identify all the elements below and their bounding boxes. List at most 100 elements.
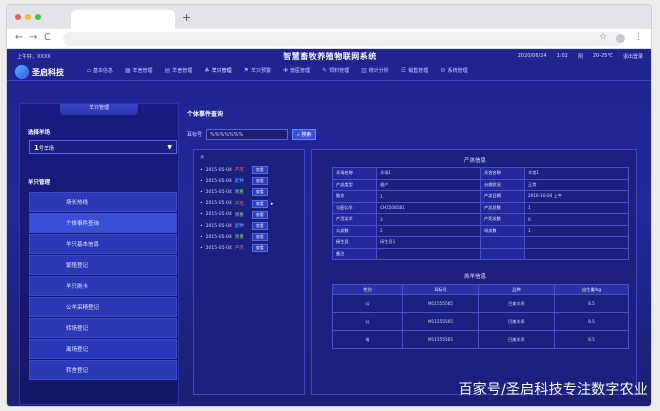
event-tag: 配种 (234, 179, 244, 185)
table-cell: 母 (332, 330, 403, 349)
nav-item-label: 销售管理 (408, 68, 429, 74)
sidebar: 羊只管理 选择羊场 1号羊场 ▼ 羊只管理 场长热线 个体事件查询 羊只基本信息 繁殖… (19, 103, 179, 405)
field-label: 胎次 (332, 190, 377, 203)
view-button[interactable]: 查看 (251, 166, 268, 174)
table-cell: 巴美羊系 (478, 312, 555, 331)
sidebar-menu-item[interactable]: 繁殖登记 (29, 255, 177, 275)
browser-tab[interactable] (71, 10, 175, 29)
url-input[interactable] (63, 32, 623, 46)
table-row: 母 M11555565 巴美羊系 8.5 (332, 330, 629, 349)
nav-item[interactable]: ▦ 羊舍管理 (125, 67, 153, 74)
sidebar-menu-item[interactable]: 公羊采精登记 (29, 297, 177, 317)
nav-item[interactable]: ⚙ 系统管理 (440, 67, 467, 74)
event-date: 2015-05-04 (205, 167, 232, 173)
logo-text: 圣启科技 (32, 67, 64, 77)
field-value: CH1508181 (376, 201, 481, 214)
sidebar-menu-item[interactable]: 个体事件查询 (29, 213, 177, 233)
table-row: 备注 (332, 247, 629, 260)
field-label (480, 236, 525, 249)
view-button[interactable]: 查看 (251, 233, 268, 242)
bullet-icon: • (200, 234, 203, 240)
bookmark-star-icon[interactable]: ☆ (599, 32, 607, 42)
view-button[interactable]: 查看 (251, 199, 268, 208)
nav-item[interactable]: ✚ 兽医管理 (283, 67, 310, 74)
farm-select-label: 选择羊场 (28, 130, 51, 136)
field-label: 公羔数 (332, 224, 377, 237)
browser-menu-icon[interactable]: ⋮ (634, 32, 643, 42)
nav-icon: ☰ (400, 67, 407, 74)
event-row[interactable]: • 2015-05-04 配种 查看 (200, 177, 268, 186)
event-tag: 称重 (234, 190, 244, 196)
event-list: ▣ • 2015-05-04 产羔 查看 • 2015-05-04 配种 查看 • 2015-05-… (193, 149, 305, 395)
nav-item[interactable]: ✎ 饲料管理 (322, 67, 349, 74)
minimize-window-dot[interactable] (25, 14, 31, 20)
event-tag: 配种 (234, 224, 244, 229)
temperature-text: 20-25℃ (592, 53, 613, 59)
search-bar: 耳标号 ⌕ 搜索 (187, 129, 317, 140)
field-value: 正常 (524, 178, 629, 191)
view-button[interactable]: 查看 (251, 177, 268, 186)
event-row[interactable]: • 2015-05-04 配种 查看 (200, 222, 268, 230)
event-date: 2015-05-04 (205, 245, 232, 251)
view-button[interactable]: 查看 (251, 210, 268, 219)
lamb-info-table: 性别 耳标号 品种 出生重/kg 公 M11555565 巴美羊系 8.5 公 M1155556… (332, 284, 629, 349)
reload-icon[interactable]: C (44, 32, 51, 43)
forward-icon[interactable]: → (29, 32, 37, 43)
sidebar-menu-item[interactable]: 转场登记 (29, 318, 177, 338)
nav-item-label: 兽医管理 (290, 68, 311, 74)
view-button[interactable]: 查看 (251, 244, 268, 253)
nav-item[interactable]: ▤ 羊舍管理 (165, 67, 193, 74)
event-row[interactable]: • 2015-05-04 称重 查看 (200, 233, 268, 242)
list-header-icon: ▣ (200, 154, 205, 160)
nav-icon: ▤ (164, 67, 171, 74)
view-button[interactable]: 查看 (251, 222, 268, 230)
main-content: 个体事件查询 耳标号 ⌕ 搜索 ▣•2015-05-04产羔查看•2015-05… (187, 103, 645, 403)
maximize-window-dot[interactable] (35, 14, 41, 20)
logo: 圣启科技 (15, 65, 64, 79)
event-row[interactable]: • 2015-05-04 产羔 查看 (200, 244, 268, 253)
table-cell: 巴美羊系 (478, 294, 555, 313)
lamb-info-title: 羔羊信息 (463, 274, 486, 280)
nav-item[interactable]: ☰ 销售管理 (401, 67, 428, 74)
sidebar-menu-item[interactable]: 离场登记 (29, 339, 177, 359)
nav-item[interactable]: ▥ 统计分析 (361, 67, 389, 74)
ear-tag-input[interactable] (206, 129, 289, 140)
farm-select[interactable]: 1号羊场 ▼ (29, 140, 177, 154)
field-label: 羊舍名称 (480, 167, 525, 180)
table-row: 胎次 1 产羔日期 2016-10-04 上午 (332, 190, 629, 203)
sidebar-menu-item[interactable]: 羊只基本信息 (29, 234, 177, 254)
nav-icon: ⌂ (87, 67, 91, 74)
logout-link[interactable]: 退出登录 (623, 53, 643, 60)
browser-window: + ← → C ☆ ⋮ 上午好，XXXX 智慧畜牧养殖物联网系统 2020/06… (6, 4, 652, 407)
nav-item-label: 羊舍管理 (132, 68, 153, 74)
birth-info-title: 产羔信息 (463, 158, 486, 164)
event-row[interactable]: • 2015-05-04 产羔 查看 (200, 166, 268, 174)
event-row[interactable]: • 2015-05-04 称重 查看 (200, 210, 268, 219)
nav-item[interactable]: ⌂ 基本信息 (87, 67, 113, 74)
nav-icon: ✚ (283, 67, 289, 74)
new-tab-button[interactable]: + (182, 11, 191, 24)
search-button[interactable]: ⌕ 搜索 (292, 129, 317, 140)
profile-avatar[interactable] (616, 34, 625, 43)
nav-item[interactable]: ♣ 羊只管理 (204, 67, 231, 74)
field-label: 产羔日期 (480, 190, 525, 203)
nav-item-label: 羊只预警 (251, 68, 272, 74)
field-label: 备注 (332, 247, 377, 260)
view-button[interactable]: 查看 (251, 188, 268, 197)
back-icon[interactable]: ← (15, 32, 23, 43)
nav-item-label: 饲料管理 (329, 68, 350, 74)
close-window-dot[interactable] (15, 14, 21, 20)
sidebar-menu-item[interactable]: 羊只刷卡 (29, 276, 177, 296)
table-cell: 巴美羊系 (478, 330, 555, 349)
sidebar-menu-item[interactable]: 转舍登记 (29, 360, 177, 380)
table-cell: M11555565 (402, 330, 479, 349)
table-row: 公羔数 2 母羔数 1 (332, 224, 629, 237)
sidebar-title: 羊只管理 (60, 104, 138, 115)
sidebar-menu-item[interactable]: 场长热线 (29, 192, 177, 212)
event-row[interactable]: • 2015-05-04 称重 查看 (200, 188, 268, 197)
nav-item[interactable]: ⚑ 羊只预警 (244, 67, 271, 74)
date-text: 2020/06/24 (517, 53, 547, 59)
event-tag: 产羔 (234, 168, 244, 173)
event-row[interactable]: • 2015-05-04 产羔 查看 ▸ (200, 199, 273, 208)
field-label: 羊场名称 (332, 167, 377, 180)
